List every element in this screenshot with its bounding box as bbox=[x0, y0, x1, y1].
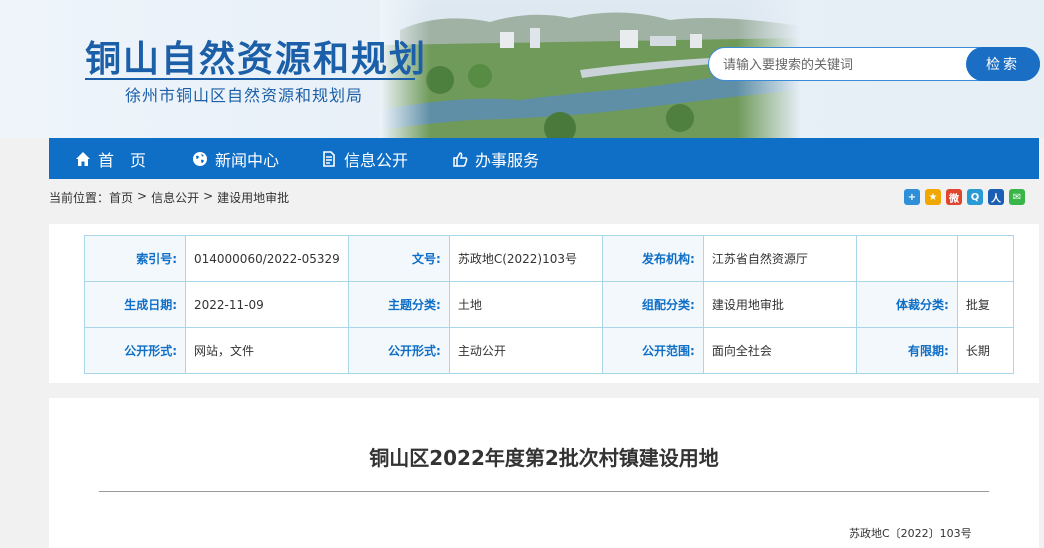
nav-item-label: 信息公开 bbox=[344, 150, 409, 170]
site-subtitle: 徐州市铜山区自然资源和规划局 bbox=[125, 86, 364, 105]
meta-label: 主题分类: bbox=[347, 281, 450, 328]
nav-item-label: 首 页 bbox=[98, 150, 147, 170]
article: 铜山区2022年度第2批次村镇建设用地 苏政地C〔2022〕103号 bbox=[49, 398, 1039, 548]
breadcrumb-prefix: 当前位置： bbox=[49, 191, 110, 205]
qzone-icon[interactable]: ★ bbox=[925, 189, 941, 205]
thumbs-up-icon bbox=[452, 151, 468, 167]
meta-value: 2022-11-09 bbox=[185, 281, 349, 328]
meta-value: 主动公开 bbox=[448, 327, 603, 374]
nav-item-info-public[interactable]: 信息公开 bbox=[321, 138, 408, 179]
renren-icon[interactable]: 人 bbox=[988, 189, 1004, 205]
tencent-weibo-icon[interactable]: Q bbox=[967, 189, 983, 205]
meta-label: 文号: bbox=[347, 235, 450, 282]
nav-item-label: 办事服务 bbox=[475, 150, 540, 170]
nav-item-label: 新闻中心 bbox=[215, 150, 280, 170]
meta-label: 公开形式: bbox=[84, 327, 186, 374]
title-divider bbox=[99, 491, 989, 492]
meta-label: 组配分类: bbox=[601, 281, 704, 328]
meta-label: 索引号: bbox=[84, 235, 186, 282]
breadcrumb-home[interactable]: 首页 bbox=[109, 189, 133, 206]
meta-label: 公开形式: bbox=[347, 327, 450, 374]
document-icon bbox=[321, 150, 337, 167]
site-title: 铜山自然资源和规划 bbox=[85, 39, 428, 80]
document-number: 苏政地C〔2022〕103号 bbox=[849, 527, 972, 540]
search-box: 检索 bbox=[708, 47, 1040, 81]
table-row: 公开形式: 网站，文件 公开形式: 主动公开 公开范围: 面向全社会 有限期: … bbox=[84, 327, 1014, 374]
main-nav: 首 页 新闻中心 信息公开 办事服务 bbox=[49, 138, 1039, 179]
meta-value: 土地 bbox=[448, 281, 603, 328]
meta-label: 体裁分类: bbox=[855, 281, 958, 328]
title-divider bbox=[85, 78, 415, 80]
meta-value: 长期 bbox=[956, 327, 1014, 374]
meta-value: 建设用地审批 bbox=[702, 281, 857, 328]
breadcrumb-info-public[interactable]: 信息公开 bbox=[151, 189, 199, 206]
site-header: 铜山自然资源和规划 徐州市铜山区自然资源和规划局 检索 bbox=[0, 0, 1044, 138]
meta-value: 网站，文件 bbox=[185, 327, 349, 374]
weibo-icon[interactable]: 微 bbox=[946, 189, 962, 205]
nav-item-news[interactable]: 新闻中心 bbox=[192, 138, 279, 179]
table-row: 生成日期: 2022-11-09 主题分类: 土地 组配分类: 建设用地审批 体… bbox=[84, 281, 1014, 328]
meta-value: 苏政地C(2022)103号 bbox=[448, 235, 603, 282]
meta-label: 发布机构: bbox=[601, 235, 704, 282]
meta-value: 面向全社会 bbox=[702, 327, 857, 374]
breadcrumb-separator: > bbox=[137, 189, 148, 203]
meta-label: 有限期: bbox=[855, 327, 958, 374]
search-input[interactable] bbox=[723, 55, 963, 75]
nav-item-home[interactable]: 首 页 bbox=[75, 138, 146, 179]
breadcrumb-current[interactable]: 建设用地审批 bbox=[217, 189, 289, 206]
meta-panel: 索引号: 014000060/2022-05329 文号: 苏政地C(2022)… bbox=[49, 224, 1039, 383]
table-row: 索引号: 014000060/2022-05329 文号: 苏政地C(2022)… bbox=[84, 235, 1014, 282]
nav-item-services[interactable]: 办事服务 bbox=[452, 138, 539, 179]
meta-label bbox=[855, 235, 958, 282]
meta-table: 索引号: 014000060/2022-05329 文号: 苏政地C(2022)… bbox=[84, 235, 1014, 374]
breadcrumb-separator: > bbox=[203, 189, 214, 203]
share-plus-icon[interactable]: + bbox=[904, 189, 920, 205]
meta-label: 公开范围: bbox=[601, 327, 704, 374]
meta-value: 批复 bbox=[956, 281, 1014, 328]
article-title: 铜山区2022年度第2批次村镇建设用地 bbox=[369, 446, 719, 470]
home-icon bbox=[75, 151, 91, 167]
breadcrumb: 当前位置： 首页 > 信息公开 > 建设用地审批 bbox=[49, 189, 293, 206]
meta-value: 014000060/2022-05329 bbox=[185, 235, 349, 282]
search-button[interactable]: 检索 bbox=[966, 47, 1040, 81]
globe-icon bbox=[192, 151, 208, 167]
meta-value bbox=[956, 235, 1014, 282]
meta-value: 江苏省自然资源厅 bbox=[702, 235, 857, 282]
wechat-icon[interactable]: ✉ bbox=[1009, 189, 1025, 205]
share-bar: + ★ 微 Q 人 ✉ bbox=[904, 189, 1025, 205]
meta-label: 生成日期: bbox=[84, 281, 186, 328]
